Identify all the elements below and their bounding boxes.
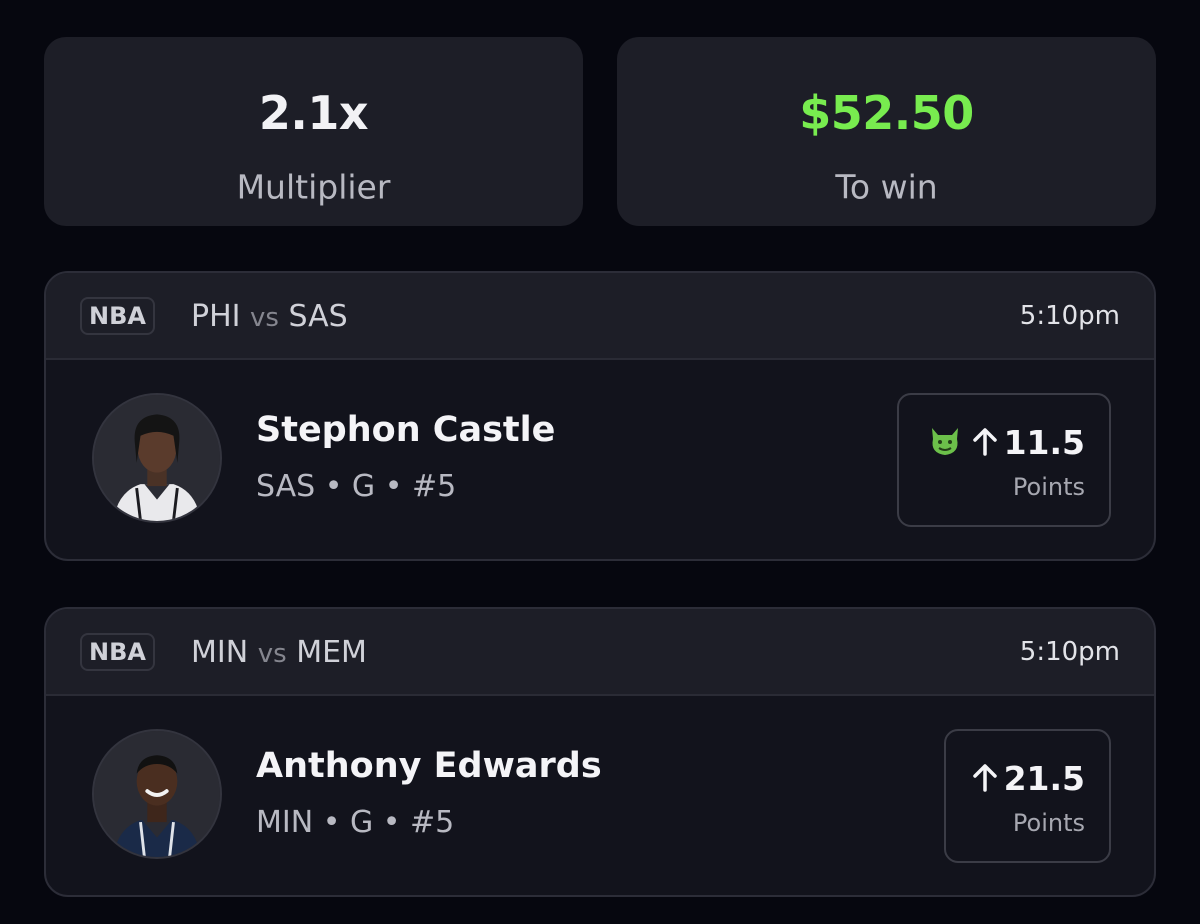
payout-label: To win — [835, 167, 938, 207]
player-info: SAS • G • #5 — [256, 469, 457, 504]
pick-card[interactable]: NBA MIN vs MEM 5:10pm Anthony Edwards MI… — [44, 607, 1156, 897]
multiplier-label: Multiplier — [236, 167, 391, 207]
away-team: SAS — [288, 299, 348, 334]
multiplier-value: 2.1x — [258, 86, 369, 140]
payout-card: $52.50 To win — [617, 37, 1156, 226]
league-badge: NBA — [80, 633, 155, 671]
matchup: MIN vs MEM — [191, 635, 367, 670]
away-team: MEM — [296, 635, 367, 670]
line-value-row: 21.5 — [972, 759, 1085, 798]
projection-line-box[interactable]: 21.5 Points — [944, 729, 1111, 863]
vs-label: vs — [250, 303, 279, 333]
player-name: Stephon Castle — [256, 410, 556, 450]
player-headshot-icon — [94, 395, 220, 521]
arrow-up-icon — [972, 764, 997, 792]
vs-label: vs — [257, 639, 287, 669]
home-team: MIN — [191, 635, 249, 670]
stat-type: Points — [1012, 473, 1085, 501]
matchup: PHI vs SAS — [191, 299, 348, 334]
projection-line-box[interactable]: 11.5 Points — [897, 393, 1111, 527]
home-team: PHI — [191, 299, 241, 334]
stat-type: Points — [1012, 809, 1085, 837]
pick-header: NBA PHI vs SAS 5:10pm — [46, 273, 1154, 360]
multiplier-value-row: 2.1x — [44, 86, 583, 167]
arrow-up-icon — [972, 428, 997, 456]
league-badge: NBA — [80, 297, 155, 335]
pick-card[interactable]: NBA PHI vs SAS 5:10pm Stephon Castle SAS… — [44, 271, 1156, 561]
lineup-summary-page: 2.1x Multiplier $52.50 To win NBA PHI vs… — [0, 0, 1200, 924]
line-value: 11.5 — [1003, 423, 1085, 462]
player-avatar — [92, 729, 222, 859]
player-headshot-icon — [94, 731, 220, 857]
demon-icon — [932, 428, 958, 455]
payout-value: $52.50 — [799, 86, 974, 140]
multiplier-card: 2.1x Multiplier — [44, 37, 583, 226]
game-time: 5:10pm — [1019, 301, 1120, 331]
player-avatar — [92, 393, 222, 523]
multiplier-label-row: Multiplier — [44, 168, 583, 226]
payout-value-row: $52.50 — [617, 86, 1156, 167]
player-info: MIN • G • #5 — [256, 805, 455, 840]
line-value: 21.5 — [1003, 759, 1085, 798]
pick-header: NBA MIN vs MEM 5:10pm — [46, 609, 1154, 696]
payout-label-row: To win — [617, 168, 1156, 226]
game-time: 5:10pm — [1019, 637, 1120, 667]
player-name: Anthony Edwards — [256, 746, 602, 786]
line-value-row: 11.5 — [972, 423, 1085, 462]
